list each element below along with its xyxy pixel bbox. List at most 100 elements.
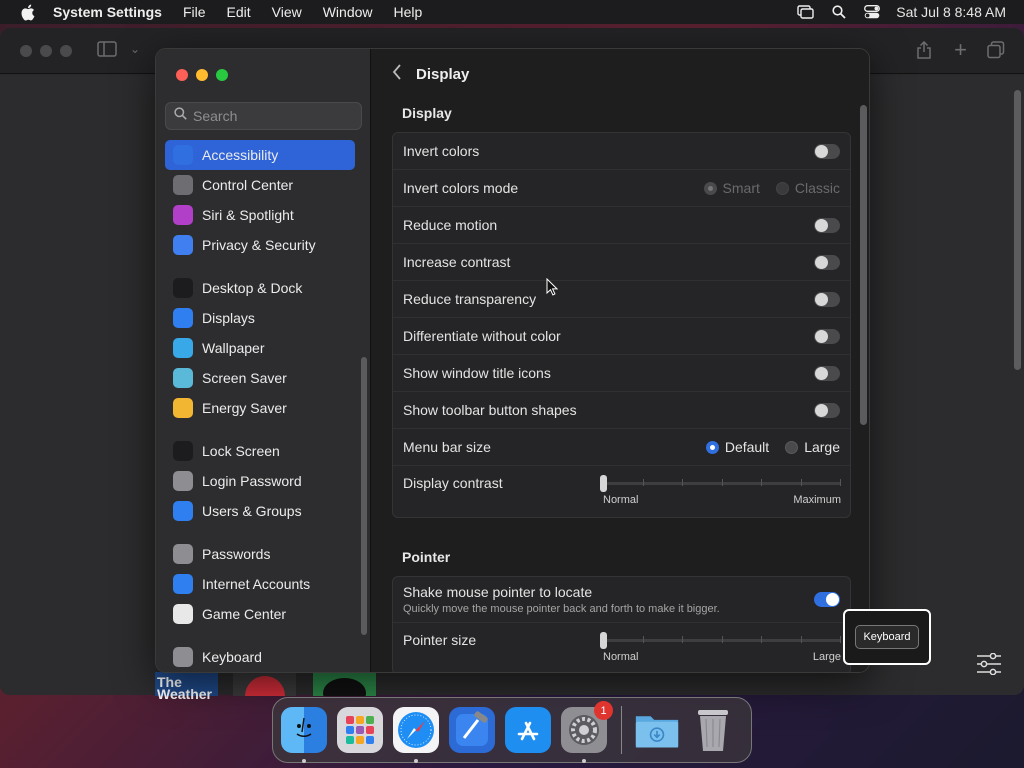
increase-contrast-toggle[interactable] (814, 254, 840, 270)
sidebar-item-internet-accounts[interactable]: Internet Accounts (165, 569, 355, 599)
display-contrast-row: Display contrast Normal Maximum (393, 466, 850, 517)
shake-toggle[interactable] (814, 592, 840, 607)
sidebar-item-label: Privacy & Security (202, 237, 316, 253)
sidebar-item-keyboard[interactable]: Keyboard (165, 642, 355, 672)
sidebar-item-lock-screen[interactable]: Lock Screen (165, 436, 355, 466)
menu-bar-large-radio[interactable]: Large (785, 439, 840, 455)
sidebar-item-energy-saver[interactable]: Energy Saver (165, 393, 355, 423)
invert-colors-toggle[interactable] (814, 143, 840, 159)
slider-knob[interactable] (600, 475, 607, 492)
menu-help[interactable]: Help (394, 4, 423, 20)
pointer-settings-group: Shake mouse pointer to locate Quickly mo… (392, 576, 851, 672)
system-settings-window: Accessibility Control Center Siri & Spotli… (155, 48, 870, 673)
sidebar-item-siri-spotlight[interactable]: Siri & Spotlight (165, 200, 355, 230)
sidebar-item-desktop-dock[interactable]: Desktop & Dock (165, 273, 355, 303)
control-center-icon[interactable] (864, 5, 881, 19)
sidebar-item-label: Wallpaper (202, 340, 265, 356)
sidebar-item-label: Lock Screen (202, 443, 280, 459)
sidebar-item-passwords[interactable]: Passwords (165, 539, 355, 569)
menu-bar-default-radio[interactable]: Default (705, 439, 769, 455)
zoom-button[interactable] (216, 69, 228, 81)
sidebar-item-users-groups[interactable]: Users & Groups (165, 496, 355, 526)
display-pane: Display Display Invert colors Invert col… (372, 49, 869, 672)
display-settings-group: Invert colors Invert colors mode Smart C… (392, 132, 851, 518)
keyboard-tooltip: Keyboard (843, 609, 931, 665)
menu-file[interactable]: File (183, 4, 206, 20)
invert-colors-label: Invert colors (403, 143, 480, 159)
hand-icon (173, 235, 193, 255)
menu-view[interactable]: View (272, 4, 302, 20)
sidebar: Accessibility Control Center Siri & Spotli… (156, 49, 371, 672)
slider-max-label: Maximum (793, 494, 841, 506)
search-field[interactable] (165, 102, 362, 130)
menu-bar: System Settings File Edit View Window He… (0, 0, 1024, 24)
chevron-down-icon[interactable]: ⌄ (130, 42, 140, 56)
reduce-transparency-toggle[interactable] (814, 291, 840, 307)
slider-min-label: Normal (603, 651, 639, 663)
sidebar-item-accessibility[interactable]: Accessibility (165, 140, 355, 170)
tab-overview-icon[interactable] (987, 41, 1005, 64)
close-button[interactable] (176, 69, 188, 81)
sidebar-toggle-icon[interactable] (97, 41, 117, 62)
xcode-icon[interactable] (449, 707, 495, 753)
sidebar-scrollbar[interactable] (361, 357, 367, 635)
apple-menu-icon[interactable] (19, 4, 35, 20)
title-icons-toggle[interactable] (814, 365, 840, 381)
differentiate-toggle[interactable] (814, 328, 840, 344)
trash-icon[interactable] (690, 707, 736, 753)
search-input[interactable] (193, 108, 353, 124)
bg-close-dot (20, 45, 32, 57)
title-icons-label: Show window title icons (403, 365, 551, 381)
new-tab-icon[interactable]: + (954, 37, 967, 63)
tripadvisor-thumbnail[interactable] (313, 672, 376, 696)
system-settings-dock-icon[interactable]: 1 (561, 701, 613, 763)
invert-mode-smart-radio[interactable]: Smart (703, 180, 760, 196)
invert-mode-row: Invert colors mode Smart Classic (393, 170, 850, 207)
downloads-folder-icon[interactable] (634, 707, 680, 753)
toolbar-shapes-toggle[interactable] (814, 402, 840, 418)
menu-clock[interactable]: Sat Jul 8 8:48 AM (896, 4, 1006, 20)
safari-icon[interactable] (393, 707, 439, 763)
display-contrast-slider[interactable]: Normal Maximum (600, 475, 841, 506)
menu-edit[interactable]: Edit (227, 4, 251, 20)
minimize-button[interactable] (196, 69, 208, 81)
launchpad-icon[interactable] (337, 707, 383, 753)
reduce-motion-toggle[interactable] (814, 217, 840, 233)
sidebar-item-screen-saver[interactable]: Screen Saver (165, 363, 355, 393)
shake-row: Shake mouse pointer to locate Quickly mo… (393, 577, 850, 623)
differentiate-label: Differentiate without color (403, 328, 561, 344)
pane-scrollbar[interactable] (860, 105, 867, 425)
screen-mirroring-icon[interactable] (797, 5, 814, 19)
sliders-icon[interactable] (976, 652, 1002, 680)
sidebar-item-login-password[interactable]: Login Password (165, 466, 355, 496)
back-chevron-icon[interactable] (392, 63, 402, 86)
screen-saver-icon (173, 368, 193, 388)
app-menu[interactable]: System Settings (53, 4, 162, 20)
pointer-size-slider[interactable]: Normal Large (600, 632, 841, 663)
key-icon (173, 544, 193, 564)
sidebar-item-wallpaper[interactable]: Wallpaper (165, 333, 355, 363)
share-icon[interactable] (916, 40, 932, 64)
finder-icon[interactable] (281, 707, 327, 763)
yelp-thumbnail[interactable] (233, 672, 296, 696)
weather-thumbnail[interactable]: The Weather (155, 672, 218, 701)
sidebar-item-control-center[interactable]: Control Center (165, 170, 355, 200)
notification-badge: 1 (594, 701, 613, 720)
wallpaper-icon (173, 338, 193, 358)
spotlight-search-icon[interactable] (832, 5, 846, 19)
pointer-size-row: Pointer size Normal Large (393, 623, 850, 672)
sidebar-item-displays[interactable]: Displays (165, 303, 355, 333)
sidebar-item-label: Siri & Spotlight (202, 207, 294, 223)
sidebar-item-label: Desktop & Dock (202, 280, 303, 296)
sidebar-item-game-center[interactable]: Game Center (165, 599, 355, 629)
slider-knob[interactable] (600, 632, 607, 649)
sidebar-item-label: Control Center (202, 177, 294, 193)
menu-window[interactable]: Window (323, 4, 373, 20)
invert-mode-classic-radio[interactable]: Classic (775, 180, 840, 196)
browser-scrollbar[interactable] (1014, 90, 1021, 370)
slider-track (600, 632, 841, 649)
title-icons-row: Show window title icons (393, 355, 850, 392)
sidebar-item-privacy-security[interactable]: Privacy & Security (165, 230, 355, 260)
page-title: Display (416, 65, 470, 83)
app-store-icon[interactable] (505, 707, 551, 753)
